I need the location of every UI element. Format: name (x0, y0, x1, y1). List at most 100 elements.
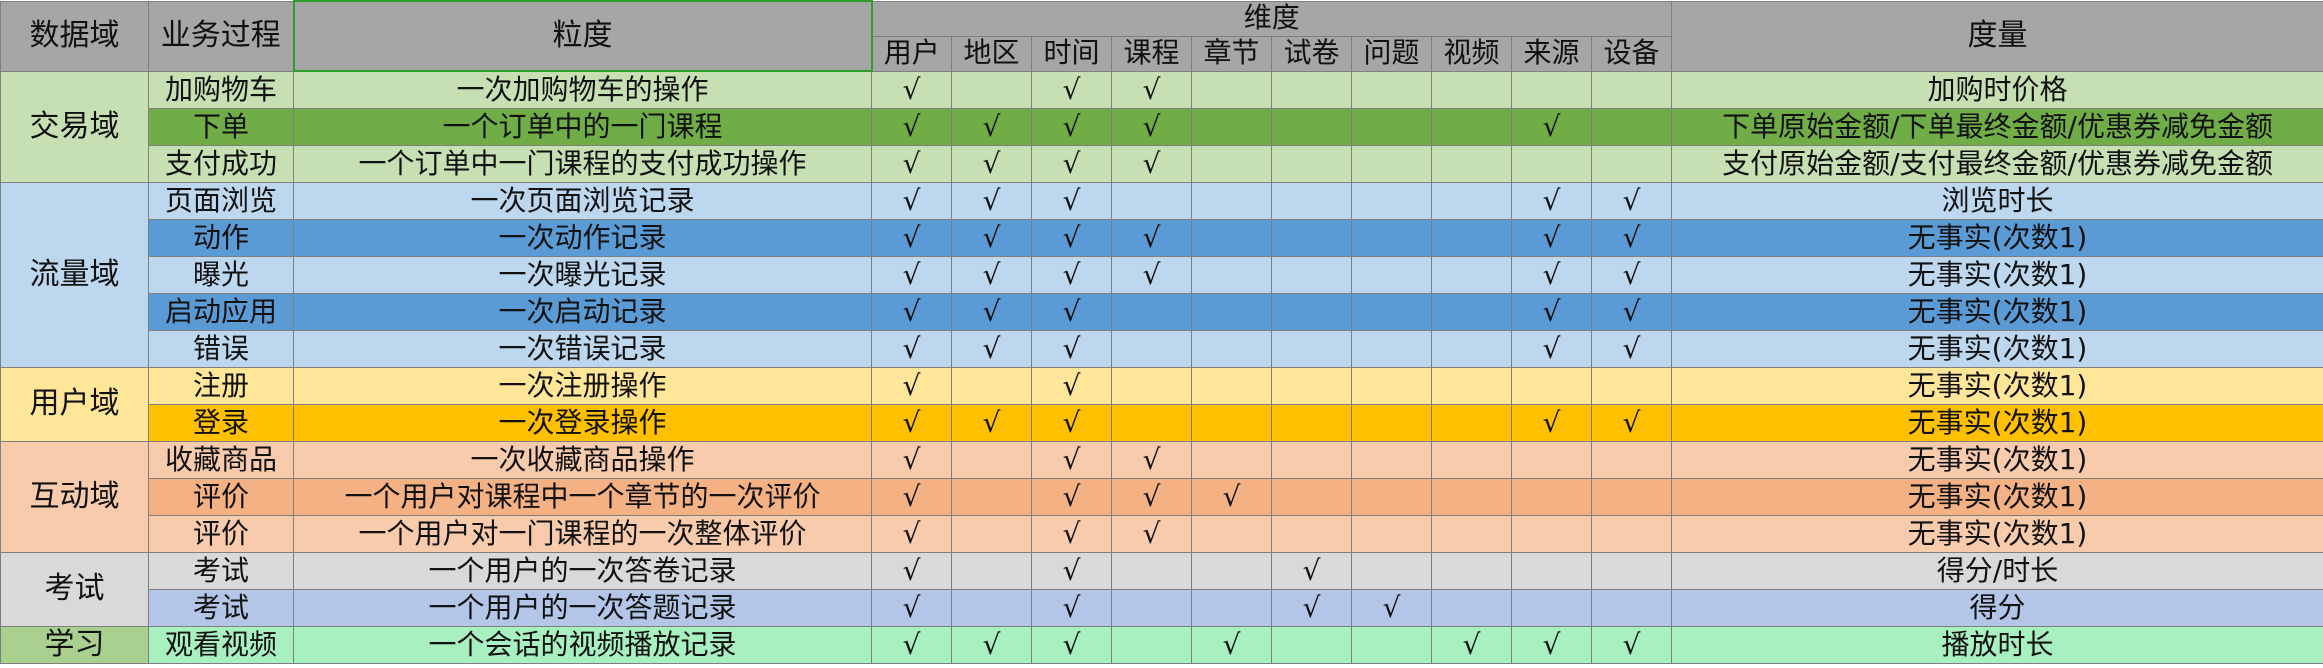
header-dimensions-group: 维度 (870, 0, 1673, 37)
dimension-check-cell: √ (1511, 219, 1592, 257)
dimension-check-cell (1431, 219, 1512, 257)
dimension-check-cell (1191, 589, 1272, 627)
dimension-check-cell (1511, 478, 1592, 516)
granularity-cell: 一次登录操作 (293, 404, 872, 442)
dimension-check-cell (1590, 589, 1673, 627)
dimension-check-cell (1590, 145, 1673, 183)
header-dimension-user: 用户 (871, 35, 952, 72)
dimension-check-cell: √ (1031, 293, 1112, 331)
dimension-check-cell: √ (1431, 626, 1512, 664)
dimension-check-cell: √ (951, 256, 1032, 294)
dimension-check-cell: √ (1031, 182, 1112, 220)
header-dimension-chapter: 章节 (1191, 35, 1272, 72)
header-dimension-paper: 试卷 (1271, 35, 1352, 72)
dimension-check-cell: √ (1031, 626, 1112, 664)
dimension-check-cell (1191, 441, 1272, 479)
dimension-check-cell (1191, 552, 1272, 590)
dimension-check-cell: √ (1111, 515, 1192, 553)
dimension-check-cell (951, 70, 1032, 109)
dimension-check-cell (1191, 404, 1272, 442)
dimension-check-cell (1351, 145, 1432, 183)
dimension-check-cell (1271, 404, 1352, 442)
table-row: 交易域 加购物车 一次加购物车的操作 √ √ √ 加购时价格 (0, 70, 2323, 183)
granularity-cell: 一次收藏商品操作 (293, 441, 872, 479)
dimension-check-cell (1111, 404, 1192, 442)
process-cell: 加购物车 (148, 70, 294, 109)
dimension-check-cell (1351, 219, 1432, 257)
measure-cell: 得分 (1671, 589, 2323, 627)
dimension-check-cell (1431, 515, 1512, 553)
table-row: 动作 一次动作记录 √ √ √ √ √ √ 无事实(次数1) (0, 219, 2323, 257)
measure-cell: 无事实(次数1) (1671, 256, 2323, 294)
dimension-check-cell (1351, 552, 1432, 590)
dimension-check-cell: √ (1111, 145, 1192, 183)
measure-cell: 无事实(次数1) (1671, 219, 2323, 257)
dimension-check-cell (1431, 330, 1512, 368)
dimension-check-cell: √ (871, 441, 952, 479)
dimension-check-cell (951, 589, 1032, 627)
dimension-check-cell (1271, 219, 1352, 257)
dimension-check-cell: √ (871, 108, 952, 146)
table-row: 考试 一个用户的一次答题记录 √ √ √ √ 得分 (0, 589, 2323, 627)
header-dimension-question: 问题 (1351, 35, 1432, 72)
dimension-check-cell (1431, 367, 1512, 405)
domain-cell: 流量域 (0, 182, 149, 368)
measure-cell: 无事实(次数1) (1671, 441, 2323, 479)
dimension-check-cell: √ (1031, 404, 1112, 442)
dimension-check-cell (1271, 330, 1352, 368)
dimension-check-cell (1111, 626, 1192, 664)
dimension-check-cell: √ (1031, 515, 1112, 553)
dimension-check-cell (1111, 293, 1192, 331)
dimension-check-cell (1271, 441, 1352, 479)
dimension-check-cell: √ (1031, 219, 1112, 257)
dimension-check-cell (951, 367, 1032, 405)
process-cell: 评价 (148, 478, 294, 516)
dimension-check-cell: √ (951, 404, 1032, 442)
dimension-check-cell: √ (1511, 626, 1592, 664)
dimension-check-cell (1431, 552, 1512, 590)
measure-cell: 无事实(次数1) (1671, 515, 2323, 553)
dimension-check-cell: √ (1111, 478, 1192, 516)
dimension-check-cell (1431, 108, 1512, 146)
dimension-check-cell: √ (1111, 441, 1192, 479)
table-row: 流量域 页面浏览 一次页面浏览记录 √ √ √ √ √ 浏览时长 (0, 182, 2323, 368)
dimension-check-cell: √ (951, 330, 1032, 368)
measure-cell: 下单原始金额/下单最终金额/优惠券减免金额 (1671, 108, 2323, 146)
dimension-check-cell (1191, 367, 1272, 405)
process-cell: 观看视频 (148, 626, 294, 664)
dimension-check-cell: √ (1511, 108, 1592, 146)
table-row: 登录 一次登录操作 √ √ √ √ √ 无事实(次数1) (0, 404, 2323, 442)
dimension-check-cell: √ (1511, 256, 1592, 294)
dimension-check-cell: √ (1590, 404, 1673, 442)
dimension-check-cell (951, 515, 1032, 553)
dimension-check-cell (1590, 367, 1673, 405)
dimension-check-cell: √ (1351, 589, 1432, 627)
process-cell: 支付成功 (148, 145, 294, 183)
dimension-check-cell (1431, 256, 1512, 294)
table-row: 用户域 注册 一次注册操作 √ √ 无事实(次数1) (0, 367, 2323, 442)
dimension-check-cell (1351, 256, 1432, 294)
dimension-check-cell: √ (1031, 256, 1112, 294)
dimension-check-cell (1271, 256, 1352, 294)
dimension-check-cell (1511, 552, 1592, 590)
dimension-check-cell (1191, 293, 1272, 331)
granularity-cell: 一个订单中一门课程的支付成功操作 (293, 145, 872, 183)
table-row: 考试 考试 一个用户的一次答卷记录 √ √ √ 得分/时长 (0, 552, 2323, 627)
dimension-check-cell (1111, 552, 1192, 590)
header-dimension-video: 视频 (1431, 35, 1512, 72)
dimension-check-cell: √ (1031, 478, 1112, 516)
table-row: 支付成功 一个订单中一门课程的支付成功操作 √ √ √ √ 支付原始金额/支付最终金额/优惠… (0, 145, 2323, 183)
dimension-check-cell: √ (871, 70, 952, 109)
granularity-cell: 一次页面浏览记录 (293, 182, 872, 220)
dimension-check-cell (1351, 330, 1432, 368)
dimension-check-cell: √ (871, 367, 952, 405)
dimension-check-cell (1271, 626, 1352, 664)
dimension-check-cell (1271, 293, 1352, 331)
dimension-check-cell (951, 478, 1032, 516)
granularity-cell: 一个用户对课程中一个章节的一次评价 (293, 478, 872, 516)
measure-cell: 无事实(次数1) (1671, 330, 2323, 368)
process-cell: 曝光 (148, 256, 294, 294)
dimension-check-cell: √ (871, 256, 952, 294)
table-row: 评价 一个用户对一门课程的一次整体评价 √ √ √ 无事实(次数1) (0, 515, 2323, 553)
dimension-check-cell (1191, 330, 1272, 368)
